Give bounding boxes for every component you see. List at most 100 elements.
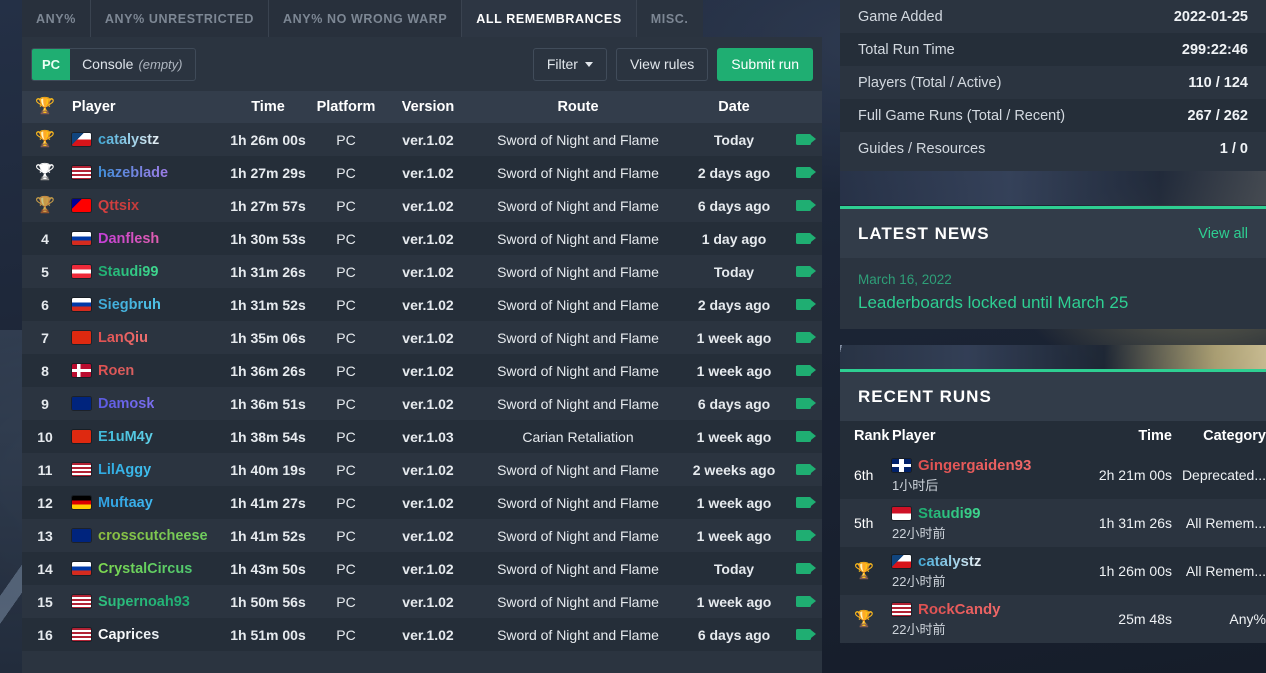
table-row[interactable]: 9 Damosk 1h 36m 51s PC ver.1.02 Sword of Nigh… <box>22 387 822 420</box>
video-icon[interactable] <box>795 496 816 508</box>
tab-misc[interactable]: Misc. <box>636 0 703 37</box>
video-icon[interactable] <box>795 331 816 343</box>
video-icon[interactable] <box>795 397 816 409</box>
column-header-route[interactable]: Route <box>472 91 684 123</box>
row-video-link[interactable] <box>784 387 822 420</box>
row-video-link[interactable] <box>784 321 822 354</box>
row-video-link[interactable] <box>784 189 822 222</box>
row-video-link[interactable] <box>784 585 822 618</box>
row-player[interactable]: crosscutcheese <box>68 519 228 552</box>
row-video-link[interactable] <box>784 420 822 453</box>
video-icon[interactable] <box>795 133 816 145</box>
video-icon[interactable] <box>795 166 816 178</box>
video-icon[interactable] <box>795 463 816 475</box>
table-row[interactable]: 13 crosscutcheese 1h 41m 52s PC ver.1.02 Swor… <box>22 519 822 552</box>
row-player[interactable]: Supernoah93 <box>68 585 228 618</box>
player-name[interactable]: crosscutcheese <box>98 528 208 544</box>
row-player[interactable]: Muftaay <box>68 486 228 519</box>
row-video-link[interactable] <box>784 618 822 651</box>
row-video-link[interactable] <box>784 486 822 519</box>
table-row[interactable]: 🏆 catalystz 1h 26m 00s PC ver.1.02 Sword of N… <box>22 123 822 156</box>
table-row[interactable]: 4 Danflesh 1h 30m 53s PC ver.1.02 Sword of Ni… <box>22 222 822 255</box>
row-player[interactable]: Danflesh <box>68 222 228 255</box>
player-name[interactable]: Roen <box>98 363 134 379</box>
row-video-link[interactable] <box>784 288 822 321</box>
news-title[interactable]: Leaderboards locked until March 25 <box>858 293 1248 313</box>
row-video-link[interactable] <box>784 453 822 486</box>
video-icon[interactable] <box>795 628 816 640</box>
recent-run-row[interactable]: 6th Gingergaiden93 1小时后 2h 21m 00s Deprecate… <box>840 451 1266 499</box>
column-header-time[interactable]: Time <box>228 91 308 123</box>
table-row[interactable]: 8 Roen 1h 36m 26s PC ver.1.02 Sword of Night … <box>22 354 822 387</box>
recent-run-player[interactable]: Staudi99 22小时前 <box>892 499 1078 547</box>
row-player[interactable]: Caprices <box>68 618 228 651</box>
video-icon[interactable] <box>795 595 816 607</box>
player-name[interactable]: LanQiu <box>98 330 148 346</box>
row-player[interactable]: Siegbruh <box>68 288 228 321</box>
player-name[interactable]: LilAggy <box>98 462 151 478</box>
video-icon[interactable] <box>795 298 816 310</box>
row-video-link[interactable] <box>784 156 822 189</box>
row-player[interactable]: Damosk <box>68 387 228 420</box>
row-video-link[interactable] <box>784 255 822 288</box>
player-name[interactable]: Muftaay <box>98 495 153 511</box>
platform-filter-group[interactable]: PC Console (empty) <box>31 47 196 81</box>
tab-any[interactable]: Any% <box>22 0 91 37</box>
player-name[interactable]: Qttsix <box>98 198 139 214</box>
row-video-link[interactable] <box>784 222 822 255</box>
player-name[interactable]: Danflesh <box>98 231 159 247</box>
player-name[interactable]: hazeblade <box>98 165 168 181</box>
table-row[interactable]: 🏆 hazeblade 1h 27m 29s PC ver.1.02 Sword of N… <box>22 156 822 189</box>
platform-console-tab[interactable]: Console (empty) <box>70 49 194 80</box>
tab-any-no-wrong-warp[interactable]: Any% No Wrong Warp <box>269 0 463 37</box>
table-row[interactable]: 12 Muftaay 1h 41m 27s PC ver.1.02 Sword of Ni… <box>22 486 822 519</box>
row-video-link[interactable] <box>784 123 822 156</box>
recent-run-player-name[interactable]: RockCandy <box>918 601 1001 618</box>
column-header-version[interactable]: Version <box>384 91 472 123</box>
table-row[interactable]: 15 Supernoah93 1h 50m 56s PC ver.1.02 Sword o… <box>22 585 822 618</box>
player-name[interactable]: E1uM4y <box>98 429 153 445</box>
player-name[interactable]: CrystalCircus <box>98 561 192 577</box>
recent-run-player-name[interactable]: catalystz <box>918 553 981 570</box>
recent-run-player[interactable]: Gingergaiden93 1小时后 <box>892 451 1078 499</box>
table-row[interactable]: 16 Caprices 1h 51m 00s PC ver.1.02 Sword of N… <box>22 618 822 651</box>
video-icon[interactable] <box>795 265 816 277</box>
recent-run-row[interactable]: 🏆 RockCandy 22小时前 25m 48s Any% <box>840 595 1266 643</box>
row-video-link[interactable] <box>784 519 822 552</box>
table-row[interactable]: 6 Siegbruh 1h 31m 52s PC ver.1.02 Sword of Ni… <box>22 288 822 321</box>
view-rules-button[interactable]: View rules <box>615 47 709 81</box>
video-icon[interactable] <box>795 430 816 442</box>
row-video-link[interactable] <box>784 552 822 585</box>
recent-run-row[interactable]: 🏆 catalystz 22小时前 1h 26m 00s All Remem... <box>840 547 1266 595</box>
news-view-all-link[interactable]: View all <box>1198 226 1248 242</box>
video-icon[interactable] <box>795 562 816 574</box>
player-name[interactable]: Supernoah93 <box>98 594 190 610</box>
platform-pc-tab[interactable]: PC <box>32 48 71 80</box>
row-player[interactable]: catalystz <box>68 123 228 156</box>
video-icon[interactable] <box>795 529 816 541</box>
news-item[interactable]: March 16, 2022 Leaderboards locked until… <box>840 258 1266 329</box>
column-header-player[interactable]: Player <box>68 91 228 123</box>
player-name[interactable]: Siegbruh <box>98 297 161 313</box>
player-name[interactable]: Staudi99 <box>98 264 158 280</box>
row-player[interactable]: LanQiu <box>68 321 228 354</box>
row-player[interactable]: CrystalCircus <box>68 552 228 585</box>
player-name[interactable]: catalystz <box>98 132 159 148</box>
video-icon[interactable] <box>795 199 816 211</box>
row-player[interactable]: Qttsix <box>68 189 228 222</box>
recent-run-player-name[interactable]: Gingergaiden93 <box>918 457 1031 474</box>
tab-all-remembrances[interactable]: All Remembrances <box>462 0 637 37</box>
tab-any-unrestricted[interactable]: Any% Unrestricted <box>90 0 270 37</box>
column-header-platform[interactable]: Platform <box>308 91 384 123</box>
submit-run-button[interactable]: Submit run <box>717 47 813 81</box>
video-icon[interactable] <box>795 364 816 376</box>
recent-run-player[interactable]: catalystz 22小时前 <box>892 547 1078 595</box>
column-header-rank[interactable]: 🏆 <box>22 91 68 123</box>
recent-run-player-name[interactable]: Staudi99 <box>918 505 981 522</box>
player-name[interactable]: Caprices <box>98 627 159 643</box>
row-video-link[interactable] <box>784 354 822 387</box>
table-row[interactable]: 10 E1uM4y 1h 38m 54s PC ver.1.03 Carian Retal… <box>22 420 822 453</box>
filter-button[interactable]: Filter <box>532 47 607 81</box>
row-player[interactable]: LilAggy <box>68 453 228 486</box>
player-name[interactable]: Damosk <box>98 396 154 412</box>
